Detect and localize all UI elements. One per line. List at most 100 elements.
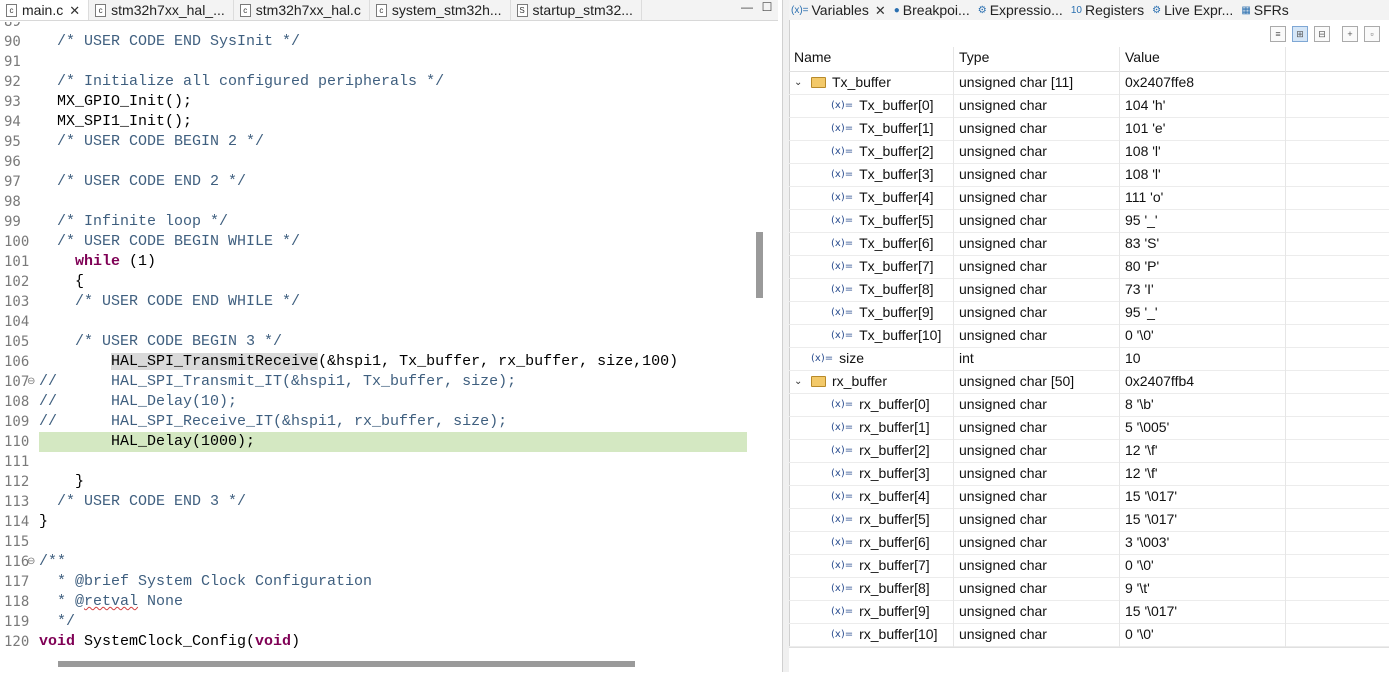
variable-value[interactable]: 0 '\0'	[1125, 623, 1154, 646]
code-editor[interactable]: 89 90 /* USER CODE END SysInit */ 91 92 /* …	[0, 22, 778, 656]
table-row[interactable]: (x)= rx_buffer[10] unsigned char 0 '\0'	[789, 623, 1389, 647]
table-row[interactable]: (x)= rx_buffer[9] unsigned char 15 '\017'	[789, 600, 1389, 624]
code-line[interactable]: 89	[0, 22, 760, 32]
variable-value[interactable]: 104 'h'	[1125, 94, 1165, 117]
view-menu-icon[interactable]: ▫	[1364, 26, 1380, 42]
variable-value[interactable]: 73 'I'	[1125, 278, 1154, 301]
code-line[interactable]: 109 // HAL_SPI_Receive_IT(&hspi1, rx_buff…	[0, 412, 760, 432]
variable-value[interactable]: 8 '\b'	[1125, 393, 1154, 416]
table-row[interactable]: (x)= rx_buffer[7] unsigned char 0 '\0'	[789, 554, 1389, 578]
column-header-type[interactable]: Type	[959, 49, 989, 65]
fold-toggle-icon[interactable]: ⊖	[27, 373, 35, 393]
expand-chevron-icon[interactable]: ⌄	[794, 370, 802, 393]
code-line[interactable]: 98	[0, 192, 760, 212]
minimize-icon[interactable]: —	[740, 0, 754, 16]
code-line[interactable]: 118 * @retval None	[0, 592, 760, 612]
tab-sfrs[interactable]: ▦ SFRs	[1239, 0, 1294, 20]
table-row[interactable]: (x)= rx_buffer[3] unsigned char 12 '\f'	[789, 462, 1389, 486]
table-row[interactable]: (x)= Tx_buffer[10] unsigned char 0 '\0'	[789, 324, 1389, 348]
variable-value[interactable]: 15 '\017'	[1125, 508, 1177, 531]
code-line[interactable]: 110 HAL_Delay(1000);	[0, 432, 760, 452]
table-row[interactable]: (x)= Tx_buffer[8] unsigned char 73 'I'	[789, 278, 1389, 302]
code-line[interactable]: 114}	[0, 512, 760, 532]
tab-variables[interactable]: (x)= Variables ✕	[789, 0, 892, 20]
table-row[interactable]: (x)= Tx_buffer[0] unsigned char 104 'h'	[789, 94, 1389, 118]
code-line[interactable]: 117 * @brief System Clock Configuration	[0, 572, 760, 592]
code-line[interactable]: 102 {	[0, 272, 760, 292]
editor-vertical-scrollbar[interactable]	[756, 232, 763, 298]
maximize-icon[interactable]: ☐	[760, 0, 774, 16]
new-view-icon[interactable]: +	[1342, 26, 1358, 42]
code-line[interactable]: 113 /* USER CODE END 3 */	[0, 492, 760, 512]
tab-breakpoints[interactable]: ● Breakpoi...	[892, 0, 976, 20]
tab-system-stm32h[interactable]: c system_stm32h...	[370, 0, 511, 20]
table-row[interactable]: ⌄ rx_buffer unsigned char [50] 0x2407ffb4	[789, 370, 1389, 394]
code-line[interactable]: 94 MX_SPI1_Init();	[0, 112, 760, 132]
tab-expressions[interactable]: ⚙ Expressio...	[976, 0, 1069, 20]
column-divider[interactable]	[1285, 47, 1286, 647]
table-row[interactable]: ⌄ Tx_buffer unsigned char [11] 0x2407ffe8	[789, 71, 1389, 95]
variable-value[interactable]: 111 'o'	[1125, 186, 1163, 209]
code-line[interactable]: 103 /* USER CODE END WHILE */	[0, 292, 760, 312]
column-header-value[interactable]: Value	[1125, 49, 1160, 65]
fold-toggle-icon[interactable]: ⊖	[27, 553, 35, 573]
code-line[interactable]: 91	[0, 52, 760, 72]
variable-value[interactable]: 0 '\0'	[1125, 324, 1154, 347]
variable-value[interactable]: 0x2407ffe8	[1125, 71, 1194, 94]
table-row[interactable]: (x)= rx_buffer[0] unsigned char 8 '\b'	[789, 393, 1389, 417]
variable-value[interactable]: 3 '\003'	[1125, 531, 1169, 554]
table-row[interactable]: (x)= Tx_buffer[5] unsigned char 95 '_'	[789, 209, 1389, 233]
close-icon[interactable]: ✕	[69, 1, 80, 20]
variable-value[interactable]: 15 '\017'	[1125, 485, 1177, 508]
variable-value[interactable]: 15 '\017'	[1125, 600, 1177, 623]
table-row[interactable]: (x)= rx_buffer[2] unsigned char 12 '\f'	[789, 439, 1389, 463]
variable-value[interactable]: 80 'P'	[1125, 255, 1159, 278]
show-type-names-icon[interactable]: ≡	[1270, 26, 1286, 42]
variable-value[interactable]: 108 'l'	[1125, 140, 1161, 163]
variable-value[interactable]: 95 '_'	[1125, 301, 1158, 324]
tab-main-c[interactable]: c main.c ✕	[0, 0, 90, 20]
variable-value[interactable]: 5 '\005'	[1125, 416, 1169, 439]
code-line[interactable]: 101 while (1)	[0, 252, 760, 272]
code-line[interactable]: 96	[0, 152, 760, 172]
variable-value[interactable]: 9 '\t'	[1125, 577, 1150, 600]
show-logical-structure-icon[interactable]: ⊞	[1292, 26, 1308, 42]
code-line[interactable]: 120 void SystemClock_Config(void)	[0, 632, 760, 652]
close-icon[interactable]: ✕	[875, 1, 886, 20]
table-row[interactable]: (x)= Tx_buffer[4] unsigned char 111 'o'	[789, 186, 1389, 210]
tab-stm32h7xx-hal-header[interactable]: c stm32h7xx_hal_...	[89, 0, 234, 20]
code-line[interactable]: 107 ⊖// HAL_SPI_Transmit_IT(&hspi1, Tx_bu…	[0, 372, 760, 392]
column-divider[interactable]	[1119, 47, 1120, 647]
expand-chevron-icon[interactable]: ⌄	[794, 71, 802, 94]
code-line[interactable]: 100 /* USER CODE BEGIN WHILE */	[0, 232, 760, 252]
variable-value[interactable]: 0x2407ffb4	[1125, 370, 1194, 393]
collapse-all-icon[interactable]: ⊟	[1314, 26, 1330, 42]
table-row[interactable]: (x)= rx_buffer[5] unsigned char 15 '\017'	[789, 508, 1389, 532]
column-divider[interactable]	[953, 47, 954, 647]
tab-stm32h7xx-hal-c[interactable]: c stm32h7xx_hal.c	[234, 0, 370, 20]
code-line[interactable]: 105 /* USER CODE BEGIN 3 */	[0, 332, 760, 352]
table-row[interactable]: (x)= rx_buffer[1] unsigned char 5 '\005'	[789, 416, 1389, 440]
code-line[interactable]: 106 HAL_SPI_TransmitReceive(&hspi1, Tx_b…	[0, 352, 760, 372]
variable-value[interactable]: 108 'l'	[1125, 163, 1161, 186]
code-line[interactable]: 116 ⊖/**	[0, 552, 760, 572]
table-row[interactable]: (x)= size int 10	[789, 347, 1389, 371]
tab-registers[interactable]: 10 Registers	[1069, 0, 1150, 20]
code-line[interactable]: 90 /* USER CODE END SysInit */	[0, 32, 760, 52]
code-line[interactable]: 93 MX_GPIO_Init();	[0, 92, 760, 112]
variable-value[interactable]: 95 '_'	[1125, 209, 1158, 232]
table-row[interactable]: (x)= rx_buffer[4] unsigned char 15 '\017'	[789, 485, 1389, 509]
code-line[interactable]: 104	[0, 312, 760, 332]
table-row[interactable]: (x)= rx_buffer[6] unsigned char 3 '\003'	[789, 531, 1389, 555]
table-row[interactable]: (x)= Tx_buffer[1] unsigned char 101 'e'	[789, 117, 1389, 141]
code-line[interactable]: 99 /* Infinite loop */	[0, 212, 760, 232]
tab-live-expressions[interactable]: ⚙ Live Expr...	[1150, 0, 1239, 20]
table-row[interactable]: (x)= Tx_buffer[7] unsigned char 80 'P'	[789, 255, 1389, 279]
table-row[interactable]: (x)= rx_buffer[8] unsigned char 9 '\t'	[789, 577, 1389, 601]
variable-value[interactable]: 0 '\0'	[1125, 554, 1154, 577]
editor-horizontal-scrollbar[interactable]	[58, 661, 635, 667]
code-line[interactable]: 115	[0, 532, 760, 552]
code-line[interactable]: 92 /* Initialize all configured peripher…	[0, 72, 760, 92]
code-line[interactable]: 95 /* USER CODE BEGIN 2 */	[0, 132, 760, 152]
code-line[interactable]: 108 // HAL_Delay(10);	[0, 392, 760, 412]
